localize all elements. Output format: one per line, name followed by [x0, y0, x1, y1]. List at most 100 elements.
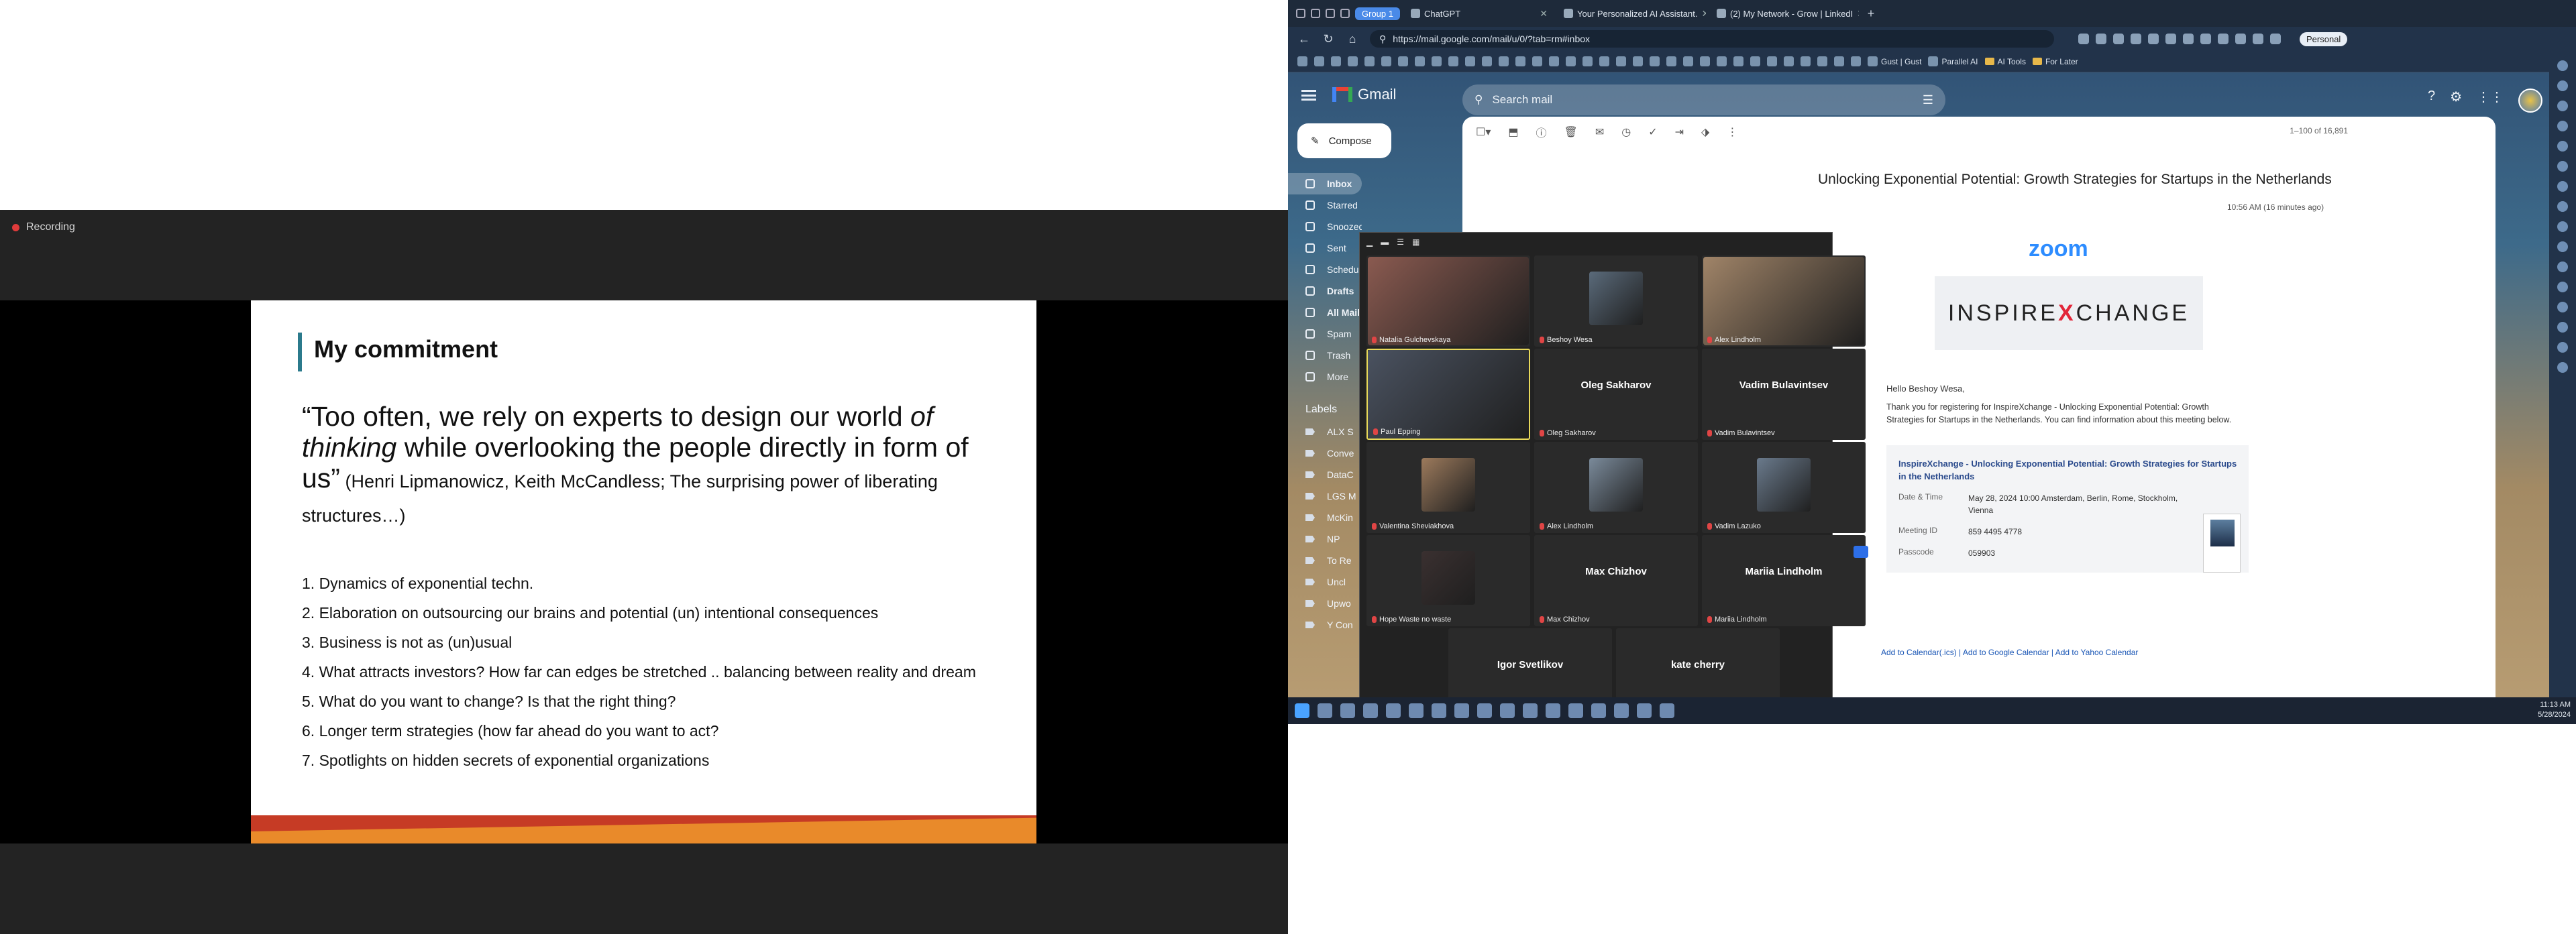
- extension-icon[interactable]: [2200, 34, 2211, 44]
- bookmark-icon[interactable]: [1314, 56, 1324, 66]
- nav-item-all-mail[interactable]: All Mail: [1288, 302, 1362, 323]
- nav-item-inbox[interactable]: Inbox: [1288, 173, 1362, 194]
- bookmark-icon[interactable]: [1582, 56, 1593, 66]
- bookmark-gust[interactable]: Gust | Gust: [1868, 56, 1921, 66]
- bookmark-icon[interactable]: [1717, 56, 1727, 66]
- bookmark-icon[interactable]: [1700, 56, 1710, 66]
- sidebar-app-icon[interactable]: [2557, 221, 2568, 232]
- bookmark-icon[interactable]: [1515, 56, 1525, 66]
- bookmark-icon[interactable]: [1499, 56, 1509, 66]
- bookmark-icon[interactable]: [1851, 56, 1861, 66]
- nav-item-trash[interactable]: Trash: [1288, 345, 1362, 366]
- bookmark-icon[interactable]: [1532, 56, 1542, 66]
- more-options-button[interactable]: [1854, 546, 1868, 558]
- nav-item-sent[interactable]: Sent: [1288, 237, 1362, 259]
- bookmark-icon[interactable]: [1566, 56, 1576, 66]
- apps-grid-icon[interactable]: ⋮⋮: [2477, 89, 2504, 113]
- search-options-icon[interactable]: ☰: [1923, 93, 1933, 107]
- select-checkbox[interactable]: ☐▾: [1476, 125, 1491, 139]
- bookmark-icon[interactable]: [1381, 56, 1391, 66]
- profile-button[interactable]: Personal: [2300, 32, 2348, 46]
- chrome-icon[interactable]: [1454, 703, 1469, 718]
- sidebar-app-icon[interactable]: [2557, 241, 2568, 252]
- sidebar-app-icon[interactable]: [2557, 302, 2568, 312]
- speaker-view-icon[interactable]: ☰: [1397, 237, 1404, 247]
- participant-tile[interactable]: Max Chizhov Max Chizhov: [1534, 535, 1698, 626]
- extension-icon[interactable]: [2165, 34, 2176, 44]
- search-input[interactable]: ⚲ Search mail ☰: [1462, 84, 1945, 115]
- participant-tile[interactable]: Igor SvetlikovIgor Svetlikov: [1448, 628, 1612, 697]
- sidebar-app-icon[interactable]: [2557, 282, 2568, 292]
- whatsapp-icon[interactable]: [1523, 703, 1538, 718]
- recording-indicator[interactable]: Recording: [0, 210, 1288, 245]
- gmail-logo[interactable]: Gmail: [1332, 86, 1396, 103]
- label-item[interactable]: McKin: [1288, 507, 1362, 528]
- sidebar-app-icon[interactable]: [2557, 342, 2568, 353]
- main-menu-icon[interactable]: [1301, 90, 1316, 101]
- zoom-taskbar-icon[interactable]: [1660, 703, 1674, 718]
- extension-icon[interactable]: [2131, 34, 2141, 44]
- report-spam-icon[interactable]: ⓘ: [1536, 124, 1547, 140]
- extension-icon[interactable]: [2148, 34, 2159, 44]
- bookmark-icon[interactable]: [1666, 56, 1676, 66]
- pinned-tab-icon[interactable]: [1340, 9, 1350, 18]
- tab-chatgpt[interactable]: ChatGPT ✕: [1405, 3, 1553, 23]
- sidebar-app-icon[interactable]: [2557, 322, 2568, 333]
- bookmark-icon[interactable]: [1415, 56, 1425, 66]
- participant-tile[interactable]: Vadim Bulavintsev Vadim Bulavintsev: [1702, 349, 1866, 440]
- bookmark-icon[interactable]: [1549, 56, 1559, 66]
- bookmark-icon[interactable]: [1348, 56, 1358, 66]
- minimize-icon[interactable]: ▁: [1366, 237, 1373, 247]
- extension-icon[interactable]: [2096, 34, 2106, 44]
- more-icon[interactable]: ⋮: [1727, 125, 1737, 139]
- bookmark-for-later[interactable]: For Later: [2032, 57, 2078, 66]
- calendar-links[interactable]: Add to Calendar(.ics) | Add to Google Ca…: [1881, 648, 2138, 657]
- bookmark-icon[interactable]: [1599, 56, 1609, 66]
- sidebar-app-icon[interactable]: [2557, 161, 2568, 172]
- bookmark-icon[interactable]: [1633, 56, 1643, 66]
- participant-tile[interactable]: Beshoy Wesa: [1534, 255, 1698, 347]
- nav-item-more[interactable]: More: [1288, 366, 1362, 388]
- bookmark-icon[interactable]: [1817, 56, 1827, 66]
- bookmark-icon[interactable]: [1801, 56, 1811, 66]
- bookmark-icon[interactable]: [1482, 56, 1492, 66]
- app-icon[interactable]: [1477, 703, 1492, 718]
- tab-actions-icon[interactable]: [1311, 9, 1320, 18]
- spotify-icon[interactable]: [1500, 703, 1515, 718]
- sidebar-app-icon[interactable]: [2557, 60, 2568, 71]
- sidebar-app-icon[interactable]: [2557, 80, 2568, 91]
- label-item[interactable]: DataC: [1288, 464, 1362, 485]
- label-item[interactable]: Y Con: [1288, 614, 1362, 636]
- bookmark-parallel-ai[interactable]: Parallel AI: [1928, 56, 1978, 66]
- bookmark-icon[interactable]: [1834, 56, 1844, 66]
- refresh-icon[interactable]: ↻: [1322, 32, 1335, 46]
- extension-icon[interactable]: [2235, 34, 2246, 44]
- close-tab-icon[interactable]: ✕: [1540, 8, 1548, 19]
- extension-icon[interactable]: [2218, 34, 2229, 44]
- label-item[interactable]: Conve: [1288, 443, 1362, 464]
- tab-linkedin[interactable]: (2) My Network - Grow | LinkedI✕: [1711, 3, 1859, 23]
- label-item[interactable]: ALX S: [1288, 421, 1362, 443]
- bookmark-icon[interactable]: [1733, 56, 1743, 66]
- bookmark-icon[interactable]: [1297, 56, 1307, 66]
- bookmark-ai-tools[interactable]: AI Tools: [1984, 57, 2026, 66]
- extension-icon[interactable]: [2270, 34, 2281, 44]
- tab-ai-assistant[interactable]: Your Personalized AI Assistant. ✕: [1558, 3, 1706, 23]
- app-icon[interactable]: [1546, 703, 1560, 718]
- bookmark-icon[interactable]: [1465, 56, 1475, 66]
- app-icon[interactable]: [1591, 703, 1606, 718]
- snooze-icon[interactable]: ◷: [1621, 125, 1631, 139]
- sidebar-app-icon[interactable]: [2557, 261, 2568, 272]
- bookmark-icon[interactable]: [1750, 56, 1760, 66]
- label-item[interactable]: LGS M: [1288, 485, 1362, 507]
- support-icon[interactable]: ?: [2428, 89, 2435, 113]
- nav-item-drafts[interactable]: Drafts: [1288, 280, 1362, 302]
- account-avatar[interactable]: [2518, 89, 2542, 113]
- back-icon[interactable]: ←: [1297, 32, 1311, 46]
- nav-item-starred[interactable]: Starred: [1288, 194, 1362, 216]
- start-windows-icon[interactable]: [1295, 703, 1309, 718]
- system-clock[interactable]: 11:13 AM 5/28/2024: [2538, 700, 2571, 720]
- participant-tile[interactable]: Alex Lindholm: [1702, 255, 1866, 347]
- participant-tile[interactable]: kate cherrykate cherry: [1616, 628, 1780, 697]
- extension-icon[interactable]: [2113, 34, 2124, 44]
